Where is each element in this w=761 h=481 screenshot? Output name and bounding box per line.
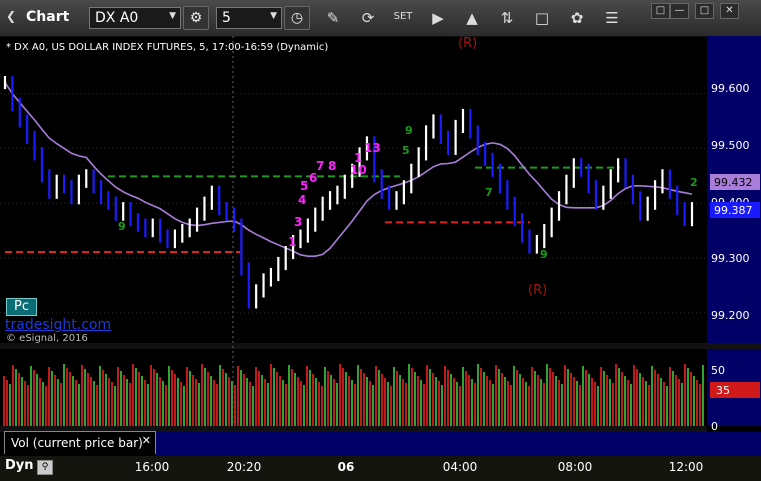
chart-area[interactable]: 9134567 8 1011395792 * DX A0, US DOLLAR IN… xyxy=(0,36,761,456)
td-count-label: 9 xyxy=(405,124,413,137)
volume-study-label: Vol (current price bar) xyxy=(11,436,143,450)
dynamic-mode-label[interactable]: Dyn xyxy=(5,458,34,473)
minimize-icon[interactable]: — xyxy=(670,3,689,19)
td-count-label: 9 xyxy=(540,248,548,261)
price-tick: 99.200 xyxy=(711,309,750,322)
collapse-chevron-icon[interactable]: ❮ xyxy=(6,9,16,23)
gear-icon[interactable]: ⚙ xyxy=(183,6,209,30)
zoom-icon[interactable]: ⚲ xyxy=(37,460,53,475)
interval-value: 5 xyxy=(222,10,231,26)
menu-icon[interactable]: ☰ xyxy=(602,9,622,27)
td-count-label: 13 xyxy=(364,141,381,155)
volume-tick: 0 xyxy=(711,420,718,433)
toolbar: ❮ Chart DX A0 ▼ ⚙ 5 ▼ ◷ ✎ ⟳ SET ▶ ▲ ⇅ □ … xyxy=(0,0,761,37)
td-count-label: 1 xyxy=(288,235,296,249)
td-count-label: 10 xyxy=(350,163,367,177)
td-count-label: 8 xyxy=(328,159,336,173)
td-count-label: 2 xyxy=(690,176,698,189)
clock-icon[interactable]: ◷ xyxy=(284,6,310,30)
td-count-label: 1 xyxy=(354,151,362,165)
twitter-icon[interactable]: ✿ xyxy=(567,9,587,27)
td-count-label: 5 xyxy=(402,144,410,157)
td-count-label: 5 xyxy=(300,179,308,193)
panel-divider[interactable] xyxy=(0,343,761,349)
svg-text:99.387: 99.387 xyxy=(714,204,753,217)
symbol-input[interactable]: DX A0 ▼ xyxy=(89,7,181,29)
td-count-label: 4 xyxy=(298,193,306,207)
price-tick: 99.500 xyxy=(711,139,750,152)
td-count-label: 7 xyxy=(316,159,324,173)
refresh-icon[interactable]: ⟳ xyxy=(358,9,378,27)
last-price-tag: 99.387 xyxy=(710,202,760,218)
r-marker-top: (R) xyxy=(458,36,477,51)
close-icon[interactable]: ✕ xyxy=(142,434,151,447)
svg-text:99.432: 99.432 xyxy=(714,176,753,189)
tradesight-watermark: tradesight.com xyxy=(5,317,112,333)
ma-value-tag: 99.432 xyxy=(710,174,760,190)
volume-current-tag: 35 xyxy=(710,382,760,398)
time-label: 04:00 xyxy=(442,460,478,474)
time-axis-bar[interactable] xyxy=(0,456,761,481)
price-bars xyxy=(3,76,694,309)
settings-icon[interactable]: SET xyxy=(393,11,413,22)
esignal-copyright: © eSignal, 2016 xyxy=(6,333,88,344)
price-tick: 99.600 xyxy=(711,82,750,95)
td-count-label: 3 xyxy=(294,215,302,229)
volume-label-strip xyxy=(156,432,761,456)
pc-badge[interactable]: Pc xyxy=(6,298,37,316)
pen-icon[interactable]: ✎ xyxy=(323,9,343,27)
price-tick: 99.300 xyxy=(711,252,750,265)
r-marker-bottom: (R) xyxy=(528,283,547,298)
grid xyxy=(0,93,707,314)
time-label: 12:00 xyxy=(668,460,704,474)
interval-input[interactable]: 5 ▼ xyxy=(216,7,282,29)
link-icon[interactable]: ⇅ xyxy=(497,9,517,27)
chart-header: * DX A0, US DOLLAR INDEX FUTURES, 5, 17:… xyxy=(6,42,328,53)
chevron-down-icon[interactable]: ▼ xyxy=(169,11,176,21)
play-icon[interactable]: ▶ xyxy=(428,9,448,27)
svg-text:35: 35 xyxy=(716,384,730,397)
chevron-down-icon[interactable]: ▼ xyxy=(270,11,277,21)
restore-icon[interactable]: □ xyxy=(651,3,670,19)
time-label: 16:00 xyxy=(134,460,170,474)
td-count-label: 7 xyxy=(485,186,493,199)
td-count-label: 9 xyxy=(118,220,126,233)
window-title: Chart xyxy=(26,9,70,25)
alert-icon[interactable]: ▲ xyxy=(462,9,482,27)
time-label: 08:00 xyxy=(557,460,593,474)
volume-study-tab[interactable]: Vol (current price bar) ✕ xyxy=(4,431,156,454)
close-icon[interactable]: ✕ xyxy=(720,3,739,19)
comment-icon[interactable]: □ xyxy=(532,9,552,27)
td-count-label: 6 xyxy=(309,171,317,185)
symbol-value: DX A0 xyxy=(95,10,139,26)
volume-bars xyxy=(3,364,704,426)
volume-tick: 50 xyxy=(711,364,725,377)
time-label: 06 xyxy=(337,460,355,474)
time-label: 20:20 xyxy=(226,460,262,474)
maximize-icon[interactable]: □ xyxy=(695,3,714,19)
